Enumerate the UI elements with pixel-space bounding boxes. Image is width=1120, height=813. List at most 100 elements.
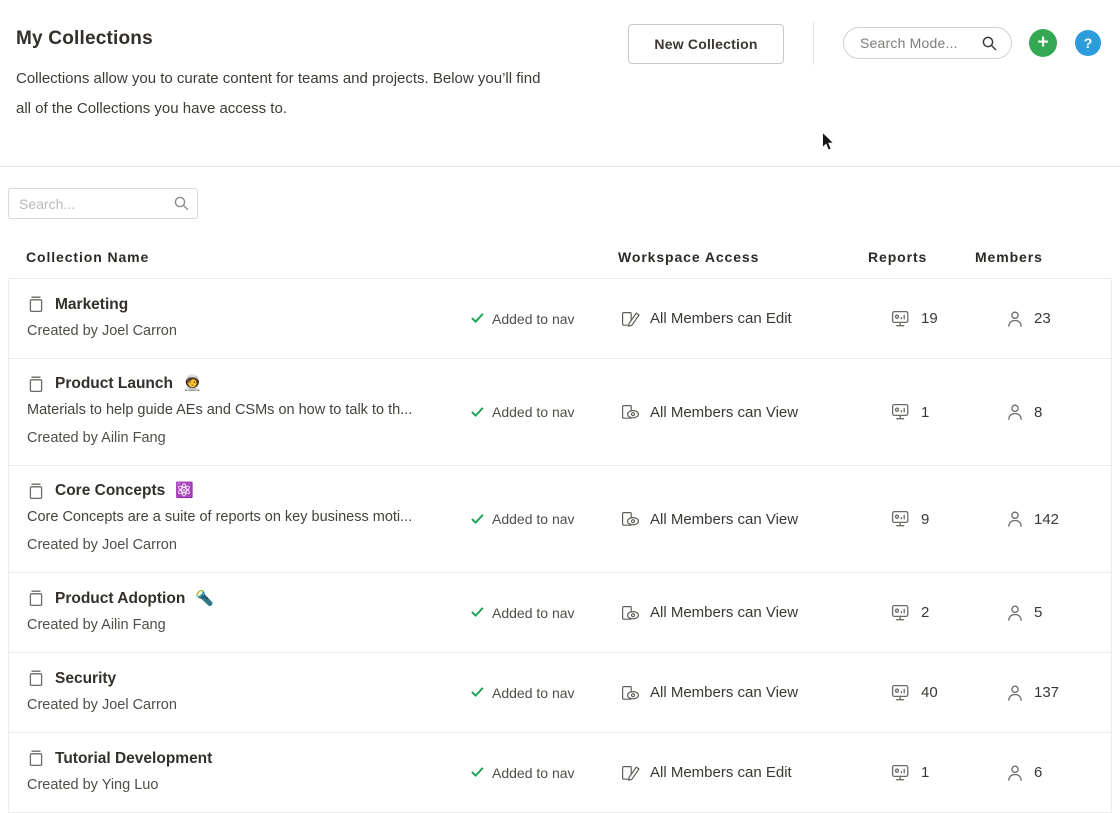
collections-main: Collection Name Workspace Access Reports… bbox=[0, 188, 1120, 813]
members-cell: 137 bbox=[976, 684, 1113, 702]
collection-created-by: Created by Ying Luo bbox=[27, 772, 459, 799]
monitor-chart-icon bbox=[891, 604, 911, 622]
collection-icon bbox=[27, 375, 45, 394]
workspace-access-label: All Members can View bbox=[650, 684, 798, 701]
collection-icon bbox=[27, 295, 45, 314]
check-icon bbox=[471, 407, 484, 418]
workspace-access-cell: All Members can Edit bbox=[614, 764, 861, 782]
members-cell: 8 bbox=[976, 403, 1113, 421]
reports-count: 9 bbox=[921, 511, 929, 528]
monitor-chart-icon bbox=[891, 310, 911, 328]
page-description-line2: all of the Collections you have access t… bbox=[16, 100, 287, 117]
add-button[interactable]: + bbox=[1029, 29, 1057, 57]
members-count: 8 bbox=[1034, 404, 1042, 421]
global-search-box[interactable]: Search Mode... bbox=[843, 27, 1012, 59]
monitor-chart-icon bbox=[891, 510, 911, 528]
person-icon bbox=[1006, 403, 1024, 421]
reports-count: 1 bbox=[921, 404, 929, 421]
added-to-nav-label: Added to nav bbox=[492, 404, 575, 420]
document-pencil-icon bbox=[621, 310, 641, 328]
collection-created-by: Created by Ailin Fang bbox=[27, 425, 459, 452]
collection-icon bbox=[27, 482, 45, 501]
table-row[interactable]: Product Adoption 🔦 Created by Ailin Fang… bbox=[8, 573, 1112, 653]
workspace-access-cell: All Members can View bbox=[614, 684, 861, 702]
collection-created-by: Created by Joel Carron bbox=[27, 692, 459, 719]
members-cell: 23 bbox=[976, 310, 1113, 328]
column-header-reports: Reports bbox=[860, 249, 975, 265]
reports-count: 40 bbox=[921, 684, 938, 701]
reports-cell: 40 bbox=[861, 684, 976, 702]
added-to-nav-cell: Added to nav bbox=[469, 605, 614, 621]
workspace-access-icon bbox=[621, 310, 641, 328]
new-collection-button[interactable]: New Collection bbox=[628, 24, 784, 64]
search-input[interactable] bbox=[8, 188, 198, 219]
document-pencil-icon bbox=[621, 764, 641, 782]
added-to-nav-cell: Added to nav bbox=[469, 311, 614, 327]
workspace-access-label: All Members can Edit bbox=[650, 310, 792, 327]
global-search-placeholder: Search Mode... bbox=[860, 35, 981, 51]
workspace-access-icon bbox=[621, 764, 641, 782]
collection-name-cell: Marketing Created by Joel Carron bbox=[9, 280, 469, 358]
column-header-workspace-access: Workspace Access bbox=[613, 249, 860, 265]
page-header: My Collections Collections allow you to … bbox=[0, 0, 1120, 167]
collection-title-link[interactable]: Tutorial Development bbox=[55, 747, 212, 771]
table-row[interactable]: Core Concepts ⚛️ Core Concepts are a sui… bbox=[8, 466, 1112, 573]
workspace-access-label: All Members can View bbox=[650, 604, 798, 621]
collection-icon bbox=[27, 669, 45, 688]
reports-cell: 1 bbox=[861, 403, 976, 421]
document-eye-icon bbox=[621, 510, 641, 528]
collection-emoji: ⚛️ bbox=[175, 479, 194, 503]
reports-cell: 1 bbox=[861, 764, 976, 782]
workspace-access-label: All Members can View bbox=[650, 511, 798, 528]
monitor-chart-icon bbox=[891, 684, 911, 702]
members-count: 137 bbox=[1034, 684, 1059, 701]
members-count: 142 bbox=[1034, 511, 1059, 528]
collection-title-link[interactable]: Security bbox=[55, 667, 116, 691]
members-cell: 5 bbox=[976, 604, 1113, 622]
workspace-access-cell: All Members can View bbox=[614, 510, 861, 528]
collection-name-cell: Security Created by Joel Carron bbox=[9, 654, 469, 732]
reports-cell: 19 bbox=[861, 310, 976, 328]
added-to-nav-label: Added to nav bbox=[492, 765, 575, 781]
table-row[interactable]: Product Launch 🧑‍🚀 Materials to help gui… bbox=[8, 359, 1112, 466]
collection-name-cell: Tutorial Development Created by Ying Luo bbox=[9, 734, 469, 812]
page-description: Collections allow you to curate content … bbox=[16, 64, 596, 124]
workspace-access-cell: All Members can Edit bbox=[614, 310, 861, 328]
check-icon bbox=[471, 514, 484, 525]
table-row[interactable]: Marketing Created by Joel Carron Added t… bbox=[8, 279, 1112, 359]
reports-count: 2 bbox=[921, 604, 929, 621]
added-to-nav-cell: Added to nav bbox=[469, 765, 614, 781]
monitor-chart-icon bbox=[891, 403, 911, 421]
workspace-access-icon bbox=[621, 604, 641, 622]
members-count: 6 bbox=[1034, 764, 1042, 781]
collection-created-by: Created by Ailin Fang bbox=[27, 612, 459, 639]
check-icon bbox=[471, 687, 484, 698]
table-header-row: Collection Name Workspace Access Reports… bbox=[8, 236, 1112, 278]
workspace-access-label: All Members can Edit bbox=[650, 764, 792, 781]
collections-table: Marketing Created by Joel Carron Added t… bbox=[8, 278, 1112, 813]
person-icon bbox=[1006, 510, 1024, 528]
column-header-collection-name: Collection Name bbox=[8, 249, 468, 265]
collection-name-cell: Product Launch 🧑‍🚀 Materials to help gui… bbox=[9, 359, 469, 465]
table-row[interactable]: Tutorial Development Created by Ying Luo… bbox=[8, 733, 1112, 813]
added-to-nav-cell: Added to nav bbox=[469, 685, 614, 701]
collection-title-link[interactable]: Marketing bbox=[55, 293, 128, 317]
collection-title-link[interactable]: Core Concepts bbox=[55, 479, 165, 503]
check-icon bbox=[471, 313, 484, 324]
table-row[interactable]: Security Created by Joel Carron Added to… bbox=[8, 653, 1112, 733]
reports-count: 19 bbox=[921, 310, 938, 327]
reports-cell: 2 bbox=[861, 604, 976, 622]
help-button[interactable]: ? bbox=[1075, 30, 1101, 56]
column-header-members: Members bbox=[975, 249, 1112, 265]
collection-title-link[interactable]: Product Launch bbox=[55, 372, 173, 396]
page-description-line1: Collections allow you to curate content … bbox=[16, 70, 540, 87]
collection-emoji: 🔦 bbox=[195, 587, 214, 611]
search-icon bbox=[981, 35, 998, 52]
collection-description: Core Concepts are a suite of reports on … bbox=[27, 504, 459, 531]
reports-cell: 9 bbox=[861, 510, 976, 528]
collection-created-by: Created by Joel Carron bbox=[27, 318, 459, 345]
workspace-access-icon bbox=[621, 403, 641, 421]
collection-title-link[interactable]: Product Adoption bbox=[55, 587, 185, 611]
added-to-nav-label: Added to nav bbox=[492, 685, 575, 701]
check-icon bbox=[471, 607, 484, 618]
